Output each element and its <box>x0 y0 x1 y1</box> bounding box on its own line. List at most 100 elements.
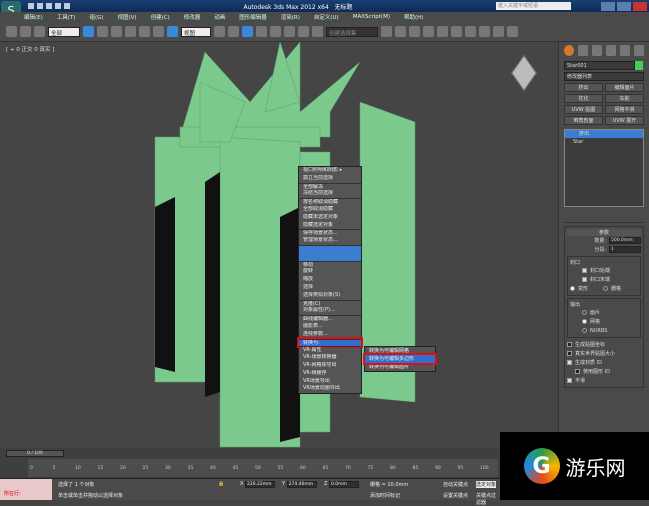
curve-editor-icon[interactable] <box>437 26 448 37</box>
viewport-front[interactable]: [ + 0 正交 0 真实 ] <box>0 42 558 448</box>
link-icon[interactable] <box>6 26 17 37</box>
minimize-button[interactable] <box>601 1 615 11</box>
context-menu-item[interactable]: 按名称取消隐藏 <box>299 198 361 206</box>
align-icon[interactable] <box>395 26 406 37</box>
menu-item[interactable]: 动画 <box>214 13 225 21</box>
spinner-snap-icon[interactable] <box>298 26 309 37</box>
context-menu-item[interactable]: VR-网格体导出 <box>299 362 361 370</box>
create-tab-icon[interactable] <box>564 45 574 56</box>
z-coord[interactable]: 0.0mm <box>329 481 360 488</box>
render-frame-icon[interactable] <box>493 26 504 37</box>
lock-icon[interactable]: 🔒 <box>218 481 224 487</box>
context-menu-item[interactable] <box>299 252 361 261</box>
modifier-list-dropdown[interactable]: 修改器列表 <box>564 72 644 81</box>
context-menu-item[interactable] <box>299 244 361 253</box>
modifier-stack[interactable]: 挤出 Star <box>564 129 644 207</box>
menu-item[interactable]: 帮助(H) <box>404 13 423 21</box>
context-menu-item[interactable]: 对象属性(P)... <box>299 307 361 315</box>
morph-radio[interactable] <box>570 286 575 291</box>
scale-icon[interactable] <box>167 26 178 37</box>
select-object-icon[interactable] <box>83 26 94 37</box>
x-coord[interactable]: 226.22mm <box>245 481 276 488</box>
keyboard-shortcut-icon[interactable] <box>242 26 253 37</box>
time-slider[interactable]: 0 / 100 <box>6 450 64 457</box>
search-input[interactable]: 键入关键字或短语 <box>496 2 571 10</box>
menu-item[interactable]: MAXScript(M) <box>353 14 390 20</box>
use-shape-id-checkbox[interactable] <box>575 369 580 374</box>
context-menu-item[interactable]: VR场景动画导出 <box>299 385 361 393</box>
stack-tools[interactable] <box>564 211 644 223</box>
rotate-icon[interactable] <box>153 26 164 37</box>
smooth-checkbox[interactable] <box>567 378 572 383</box>
modifier-button[interactable]: 网格平滑 <box>605 105 644 114</box>
utilities-tab-icon[interactable] <box>634 45 644 56</box>
menu-item[interactable]: 工具(T) <box>57 13 76 21</box>
context-menu-item[interactable]: 曲线编辑器... <box>299 315 361 323</box>
maximize-button[interactable] <box>617 1 631 11</box>
context-menu-item[interactable]: 全部解冻 <box>299 182 361 191</box>
grid-radio[interactable] <box>603 286 609 291</box>
context-menu-item[interactable]: VR-场景转换器 <box>299 354 361 362</box>
context-menu-item[interactable]: 隐藏选定对象 <box>299 222 361 230</box>
submenu-item[interactable]: 转换为可编辑面片 <box>365 363 435 371</box>
context-menu-item[interactable]: VR-帧缓存 <box>299 370 361 378</box>
nurbs-radio[interactable] <box>582 328 587 333</box>
menu-item[interactable]: 渲染(R) <box>281 13 300 21</box>
context-menu-item[interactable]: 冻结当前选择 <box>299 190 361 198</box>
menu-item[interactable]: 自定义(U) <box>314 13 339 21</box>
key-mode-dropdown[interactable]: 选定对象 <box>476 481 497 488</box>
named-selection-dropdown[interactable]: 创建选择集 <box>326 26 378 37</box>
percent-snap-icon[interactable] <box>284 26 295 37</box>
add-time-tag[interactable]: 添加时间标记 <box>370 492 400 499</box>
mirror-icon[interactable] <box>381 26 392 37</box>
modifier-button[interactable]: UVW 贴图 <box>564 105 603 114</box>
modifier-button[interactable]: 编辑面片 <box>605 83 644 92</box>
menu-item[interactable]: 组(G) <box>89 13 103 21</box>
rect-selection-icon[interactable] <box>111 26 122 37</box>
object-color-swatch[interactable] <box>635 61 643 70</box>
context-menu-item[interactable]: 保存场景状态... <box>299 229 361 237</box>
modify-tab-icon[interactable] <box>578 45 588 56</box>
selection-filter-dropdown[interactable]: 全部 <box>48 26 80 37</box>
context-menu-item[interactable]: 全部取消隐藏 <box>299 206 361 214</box>
close-button[interactable] <box>633 1 647 11</box>
select-by-name-icon[interactable] <box>97 26 108 37</box>
modifier-button[interactable]: 车削 <box>605 94 644 103</box>
star-extrude-object[interactable] <box>0 42 558 448</box>
angle-snap-icon[interactable] <box>270 26 281 37</box>
key-filters-button[interactable]: 关键点过滤器 <box>476 492 500 506</box>
gen-mat-id-checkbox[interactable] <box>567 360 572 365</box>
context-menu-item[interactable]: 转换为: <box>297 336 363 349</box>
snap-icon[interactable] <box>256 26 267 37</box>
edit-named-sel-icon[interactable] <box>312 26 323 37</box>
manipulate-icon[interactable] <box>228 26 239 37</box>
hierarchy-tab-icon[interactable] <box>592 45 602 56</box>
schematic-icon[interactable] <box>451 26 462 37</box>
modifier-button[interactable]: 挤出 <box>564 83 603 92</box>
context-menu-item[interactable]: 旋转 <box>299 268 361 276</box>
context-menu-item[interactable]: 视口照明和阴影 ▸ <box>299 167 361 175</box>
command-panel-tabs[interactable] <box>559 42 649 59</box>
amount-input[interactable]: 500.0mm <box>609 237 641 244</box>
modifier-button[interactable]: 优化 <box>564 94 603 103</box>
stack-item-extrude[interactable]: 挤出 <box>565 130 643 138</box>
context-menu-item[interactable]: 选择 <box>299 284 361 292</box>
mesh-radio[interactable] <box>582 319 587 324</box>
window-crossing-icon[interactable] <box>125 26 136 37</box>
context-menu-item[interactable]: 隐藏未选定对象 <box>299 214 361 222</box>
modifier-button[interactable]: 倒角剖面 <box>564 116 603 125</box>
context-menu-item[interactable]: 移动 <box>299 260 361 269</box>
real-world-map-checkbox[interactable] <box>567 351 572 356</box>
cap-end-checkbox[interactable] <box>582 277 587 282</box>
context-menu-item[interactable]: VR-属性 <box>299 346 361 354</box>
maxscript-listener[interactable]: 所在行: <box>0 479 52 500</box>
display-tab-icon[interactable] <box>620 45 630 56</box>
auto-key-button[interactable]: 自动关键点 <box>443 481 468 488</box>
motion-tab-icon[interactable] <box>606 45 616 56</box>
context-menu-item[interactable]: 孤立当前选择 <box>299 175 361 183</box>
material-editor-icon[interactable] <box>465 26 476 37</box>
segments-input[interactable]: 1 <box>609 246 641 253</box>
patch-radio[interactable] <box>582 310 587 315</box>
context-menu-item[interactable]: 选择类似对象(S) <box>299 292 361 300</box>
context-menu-item[interactable]: 连线参数... <box>299 331 361 339</box>
